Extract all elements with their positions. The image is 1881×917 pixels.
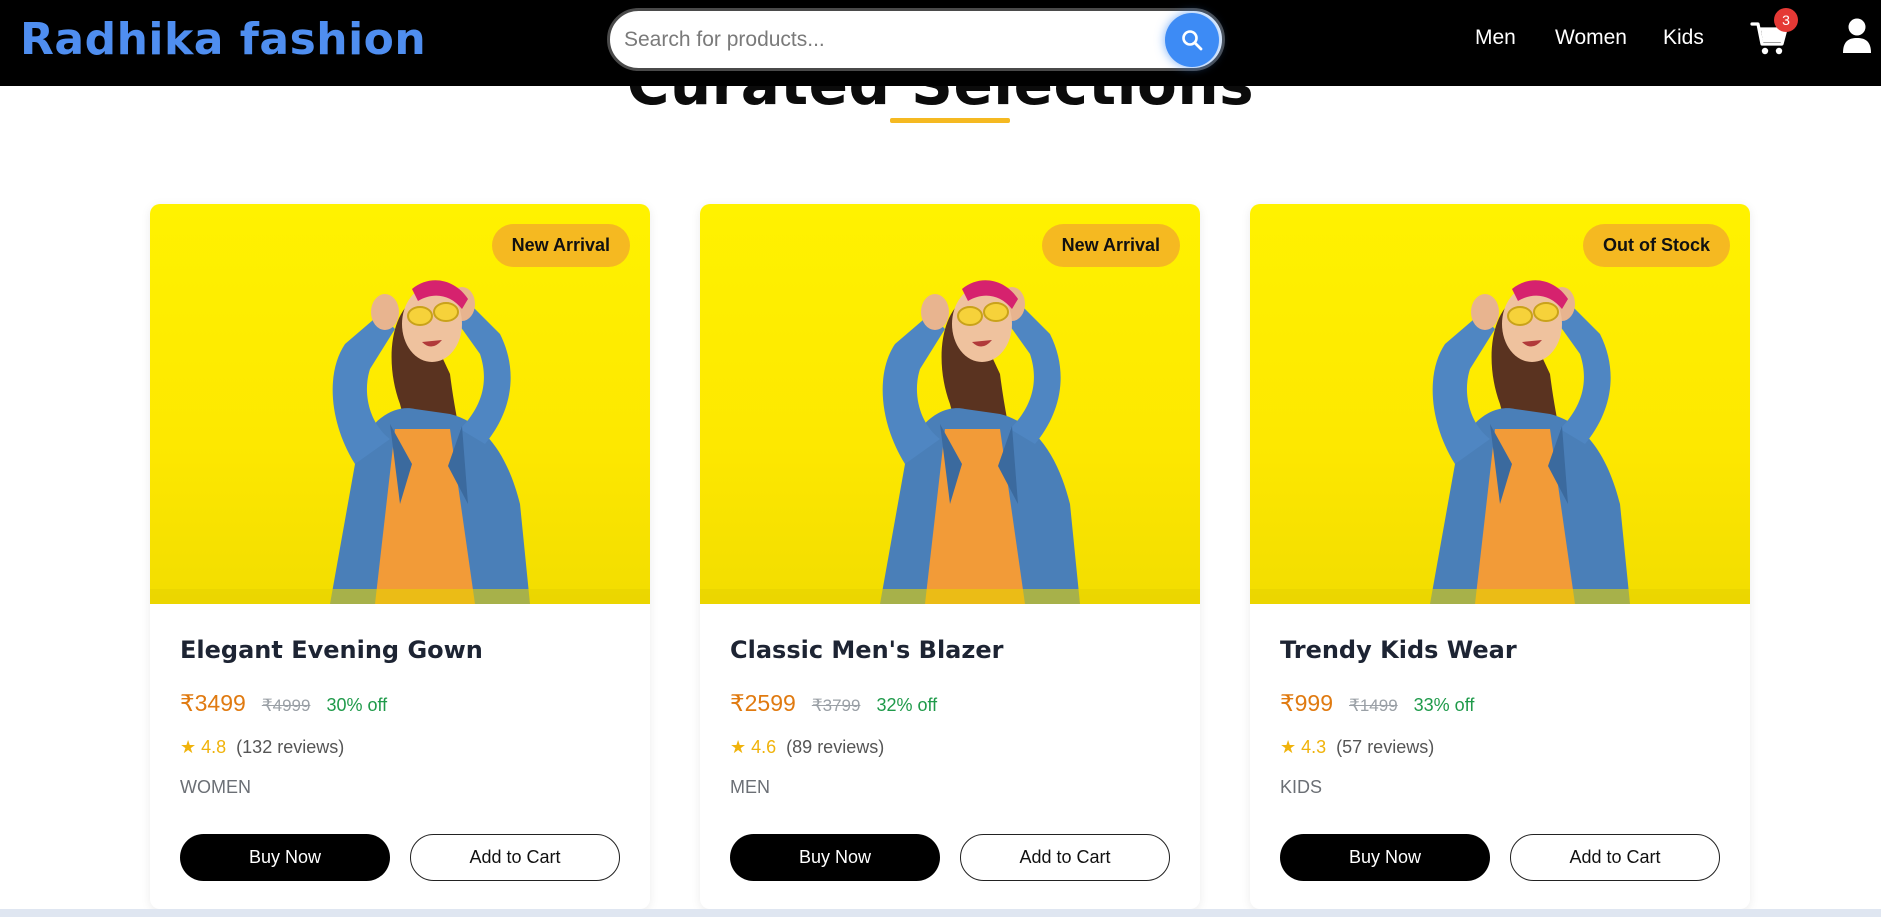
- product-name[interactable]: Elegant Evening Gown: [180, 636, 483, 664]
- product-badge: New Arrival: [1041, 224, 1180, 267]
- add-to-cart-button[interactable]: Add to Cart: [960, 834, 1170, 881]
- product-discount: 30% off: [326, 695, 388, 715]
- user-icon[interactable]: [1842, 18, 1872, 54]
- product-badge: New Arrival: [491, 224, 630, 267]
- buy-now-button[interactable]: Buy Now: [730, 834, 940, 881]
- navbar: Radhika fashion Men Women Kids 3: [0, 0, 1881, 86]
- product-discount: 33% off: [1413, 695, 1475, 715]
- product-old-price: ₹1499: [1349, 696, 1398, 715]
- product-image[interactable]: New Arrival: [700, 204, 1200, 604]
- product-category: MEN: [730, 777, 770, 797]
- product-reviews: (132 reviews): [236, 737, 345, 757]
- product-badge: Out of Stock: [1583, 224, 1730, 267]
- nav-link-men[interactable]: Men: [1475, 26, 1516, 50]
- product-image[interactable]: Out of Stock: [1250, 204, 1750, 604]
- brand-logo[interactable]: Radhika fashion: [20, 14, 426, 65]
- product-rating: ★ 4.3: [1280, 737, 1327, 757]
- product-price: ₹3499: [180, 690, 246, 716]
- price-row: ₹999 ₹1499 33% off: [1280, 690, 1474, 717]
- product-card[interactable]: New Arrival Elegant Evening Gown ₹3499 ₹…: [150, 204, 650, 909]
- horizontal-scrollbar[interactable]: [0, 909, 1881, 917]
- cart-count-badge: 3: [1774, 8, 1798, 32]
- price-row: ₹2599 ₹3799 32% off: [730, 690, 937, 717]
- product-category: WOMEN: [180, 777, 251, 797]
- add-to-cart-button[interactable]: Add to Cart: [410, 834, 620, 881]
- title-underline: [890, 118, 1010, 123]
- buy-now-button[interactable]: Buy Now: [180, 834, 390, 881]
- product-price: ₹999: [1280, 690, 1334, 716]
- rating-row: ★ 4.6 (89 reviews): [730, 737, 884, 758]
- rating-row: ★ 4.8 (132 reviews): [180, 737, 344, 758]
- product-category: KIDS: [1280, 777, 1323, 797]
- search-input[interactable]: [624, 11, 1144, 68]
- rating-row: ★ 4.3 (57 reviews): [1280, 737, 1434, 758]
- product-rating: ★ 4.8: [180, 737, 227, 757]
- product-name[interactable]: Trendy Kids Wear: [1280, 636, 1517, 664]
- search-icon: [1182, 30, 1203, 51]
- product-card[interactable]: New Arrival Classic Men's Blazer ₹2599 ₹…: [700, 204, 1200, 909]
- product-card[interactable]: Out of Stock Trendy Kids Wear ₹999 ₹1499…: [1250, 204, 1750, 909]
- price-row: ₹3499 ₹4999 30% off: [180, 690, 387, 717]
- search-bar: [607, 8, 1225, 71]
- add-to-cart-button[interactable]: Add to Cart: [1510, 834, 1720, 881]
- product-discount: 32% off: [876, 695, 938, 715]
- product-image[interactable]: New Arrival: [150, 204, 650, 604]
- product-name[interactable]: Classic Men's Blazer: [730, 636, 1003, 664]
- buy-now-button[interactable]: Buy Now: [1280, 834, 1490, 881]
- nav-link-kids[interactable]: Kids: [1663, 26, 1704, 50]
- search-button[interactable]: [1165, 13, 1219, 67]
- product-old-price: ₹4999: [261, 696, 311, 715]
- nav-link-women[interactable]: Women: [1555, 26, 1627, 50]
- product-rating: ★ 4.6: [730, 737, 777, 757]
- product-old-price: ₹3799: [811, 696, 861, 715]
- product-reviews: (89 reviews): [786, 737, 885, 757]
- product-reviews: (57 reviews): [1336, 737, 1435, 757]
- product-price: ₹2599: [730, 690, 796, 716]
